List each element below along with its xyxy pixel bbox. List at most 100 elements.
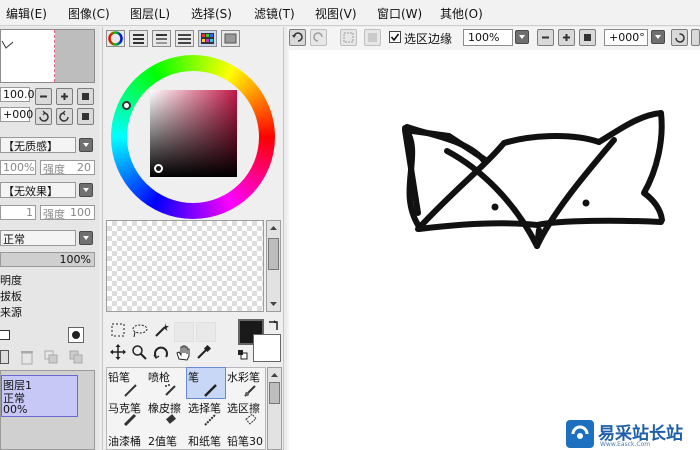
rotate-reset-button[interactable] (77, 108, 94, 125)
scroll-thumb[interactable] (269, 382, 280, 404)
color-wheel-tab-icon[interactable] (106, 30, 125, 47)
rect-select-icon[interactable] (110, 322, 126, 338)
canvas-zoom-dropdown-icon[interactable] (515, 30, 529, 44)
magic-wand-icon[interactable] (153, 322, 169, 338)
effect-size-field[interactable]: 1 (0, 205, 36, 220)
tool-washi-pen[interactable]: 和纸笔 (188, 433, 221, 449)
navigator-zoom-field[interactable]: 100.0% (0, 87, 45, 102)
layer-option-3[interactable]: 来源 (0, 304, 22, 320)
trash-icon[interactable] (19, 349, 35, 365)
layer-option-1[interactable]: 明度 (0, 272, 22, 288)
swap-colors-icon[interactable] (266, 319, 280, 333)
tool-pen[interactable]: 笔 (188, 369, 199, 385)
menu-view[interactable]: 视图(V) (315, 5, 357, 22)
invert-selection-button[interactable] (364, 29, 381, 46)
zoom-in-button[interactable] (56, 88, 73, 105)
background-color-swatch[interactable] (253, 334, 281, 362)
scroll-up-icon[interactable] (269, 370, 280, 380)
scroll-thumb[interactable] (268, 238, 279, 270)
blend-mode-select[interactable]: 正常 (0, 230, 76, 246)
rotate-view-icon[interactable] (153, 344, 169, 360)
hsv-slider-tab-icon[interactable] (152, 30, 171, 47)
zoom-out-button[interactable] (35, 88, 52, 105)
canvas-angle-dropdown-icon[interactable] (651, 30, 665, 44)
empty-tool-slot (174, 322, 194, 342)
watermark: 易采站长站 Www.Easck.Com (566, 418, 700, 450)
checkmark-icon (390, 33, 400, 42)
swatch-area[interactable] (106, 220, 264, 312)
redo-button[interactable] (310, 29, 327, 46)
scroll-down-icon[interactable] (268, 299, 279, 309)
menu-window[interactable]: 窗口(W) (377, 5, 422, 22)
layer-opacity-slider[interactable]: 100% (0, 252, 95, 267)
menu-other[interactable]: 其他(O) (440, 5, 483, 22)
marker-icon (123, 413, 137, 427)
canvas-rotate-left-button[interactable] (671, 29, 688, 46)
canvas-rotate-right-button[interactable] (691, 29, 700, 46)
effect-strength-field[interactable]: 强度 100 (40, 205, 95, 221)
tool-binary-pen[interactable]: 2值笔 (148, 433, 177, 449)
texture-size-field[interactable]: 100% (0, 160, 36, 175)
canvas-zoom-reset-button[interactable] (579, 29, 596, 46)
new-folder-icon[interactable] (0, 330, 10, 340)
effect-dropdown-icon[interactable] (79, 183, 93, 197)
palette-bar-tab-icon[interactable] (175, 30, 194, 47)
saturation-value-square[interactable] (150, 90, 237, 177)
layer-item-selected[interactable]: 图层1 正常 00% (1, 375, 78, 417)
canvas-zoom-out-button[interactable] (537, 29, 554, 46)
airbrush-icon (165, 384, 176, 396)
selection-edge-checkbox[interactable] (389, 31, 401, 43)
scroll-up-icon[interactable] (268, 223, 279, 233)
reset-colors-icon[interactable] (237, 349, 248, 360)
eyedropper-icon[interactable] (196, 344, 212, 360)
lasso-icon[interactable] (131, 322, 149, 338)
fox-thumbnail-icon (1, 40, 14, 49)
layer-opacity-value: 100% (59, 253, 91, 266)
menu-edit[interactable]: 编辑(E) (6, 5, 47, 22)
effect-strength-value: 100 (70, 206, 91, 219)
navigator-preview[interactable] (0, 29, 95, 83)
undo-button[interactable] (289, 29, 306, 46)
effect-select[interactable]: 【无效果】 (0, 182, 76, 198)
scratchpad-tab-icon[interactable] (221, 30, 240, 47)
zoom-icon[interactable] (131, 344, 147, 360)
clear-layer-icon[interactable] (0, 350, 9, 364)
swatch-grid-tab-icon[interactable] (198, 30, 217, 47)
watermark-subtitle: Www.Easck.Com (600, 441, 651, 448)
navigator-angle-field[interactable]: +000 (0, 107, 33, 122)
copy-layer-icon[interactable] (68, 349, 84, 365)
hue-handle[interactable] (122, 101, 131, 110)
sv-handle[interactable] (154, 164, 163, 173)
canvas-zoom-select[interactable]: 100% (463, 29, 513, 46)
tool-grid-scrollbar[interactable] (267, 367, 282, 450)
select-eraser-icon (245, 413, 257, 425)
pencil-icon (124, 384, 137, 397)
texture-dropdown-icon[interactable] (79, 138, 93, 152)
drawing-canvas[interactable] (289, 50, 700, 450)
watercolor-icon (244, 385, 256, 397)
menu-image[interactable]: 图像(C) (68, 5, 110, 22)
menu-select[interactable]: 选择(S) (191, 5, 232, 22)
move-icon[interactable] (110, 344, 126, 360)
merge-layer-icon[interactable] (43, 349, 59, 365)
watermark-logo-icon (566, 420, 594, 448)
menu-filter[interactable]: 滤镜(T) (254, 5, 295, 22)
tool-pencil30[interactable]: 铅笔30 (227, 433, 263, 449)
menu-layer[interactable]: 图层(L) (130, 5, 170, 22)
deselect-button[interactable] (340, 29, 357, 46)
rotate-right-button[interactable] (56, 108, 73, 125)
layer-option-2[interactable]: 拔板 (0, 288, 22, 304)
hand-icon[interactable] (174, 344, 192, 362)
rgb-slider-tab-icon[interactable] (129, 30, 148, 47)
texture-select[interactable]: 【无质感】 (0, 137, 76, 153)
zoom-reset-button[interactable] (77, 88, 94, 105)
texture-strength-value: 20 (77, 161, 91, 174)
swatch-scrollbar[interactable] (266, 220, 281, 312)
layer-mask-button[interactable] (68, 327, 84, 343)
canvas-angle-select[interactable]: +000° (604, 29, 648, 46)
rotate-left-button[interactable] (35, 108, 52, 125)
canvas-zoom-in-button[interactable] (558, 29, 575, 46)
tool-bucket[interactable]: 油漆桶 (108, 433, 141, 449)
blend-mode-dropdown-icon[interactable] (79, 231, 93, 245)
texture-strength-field[interactable]: 强度 20 (40, 160, 95, 176)
